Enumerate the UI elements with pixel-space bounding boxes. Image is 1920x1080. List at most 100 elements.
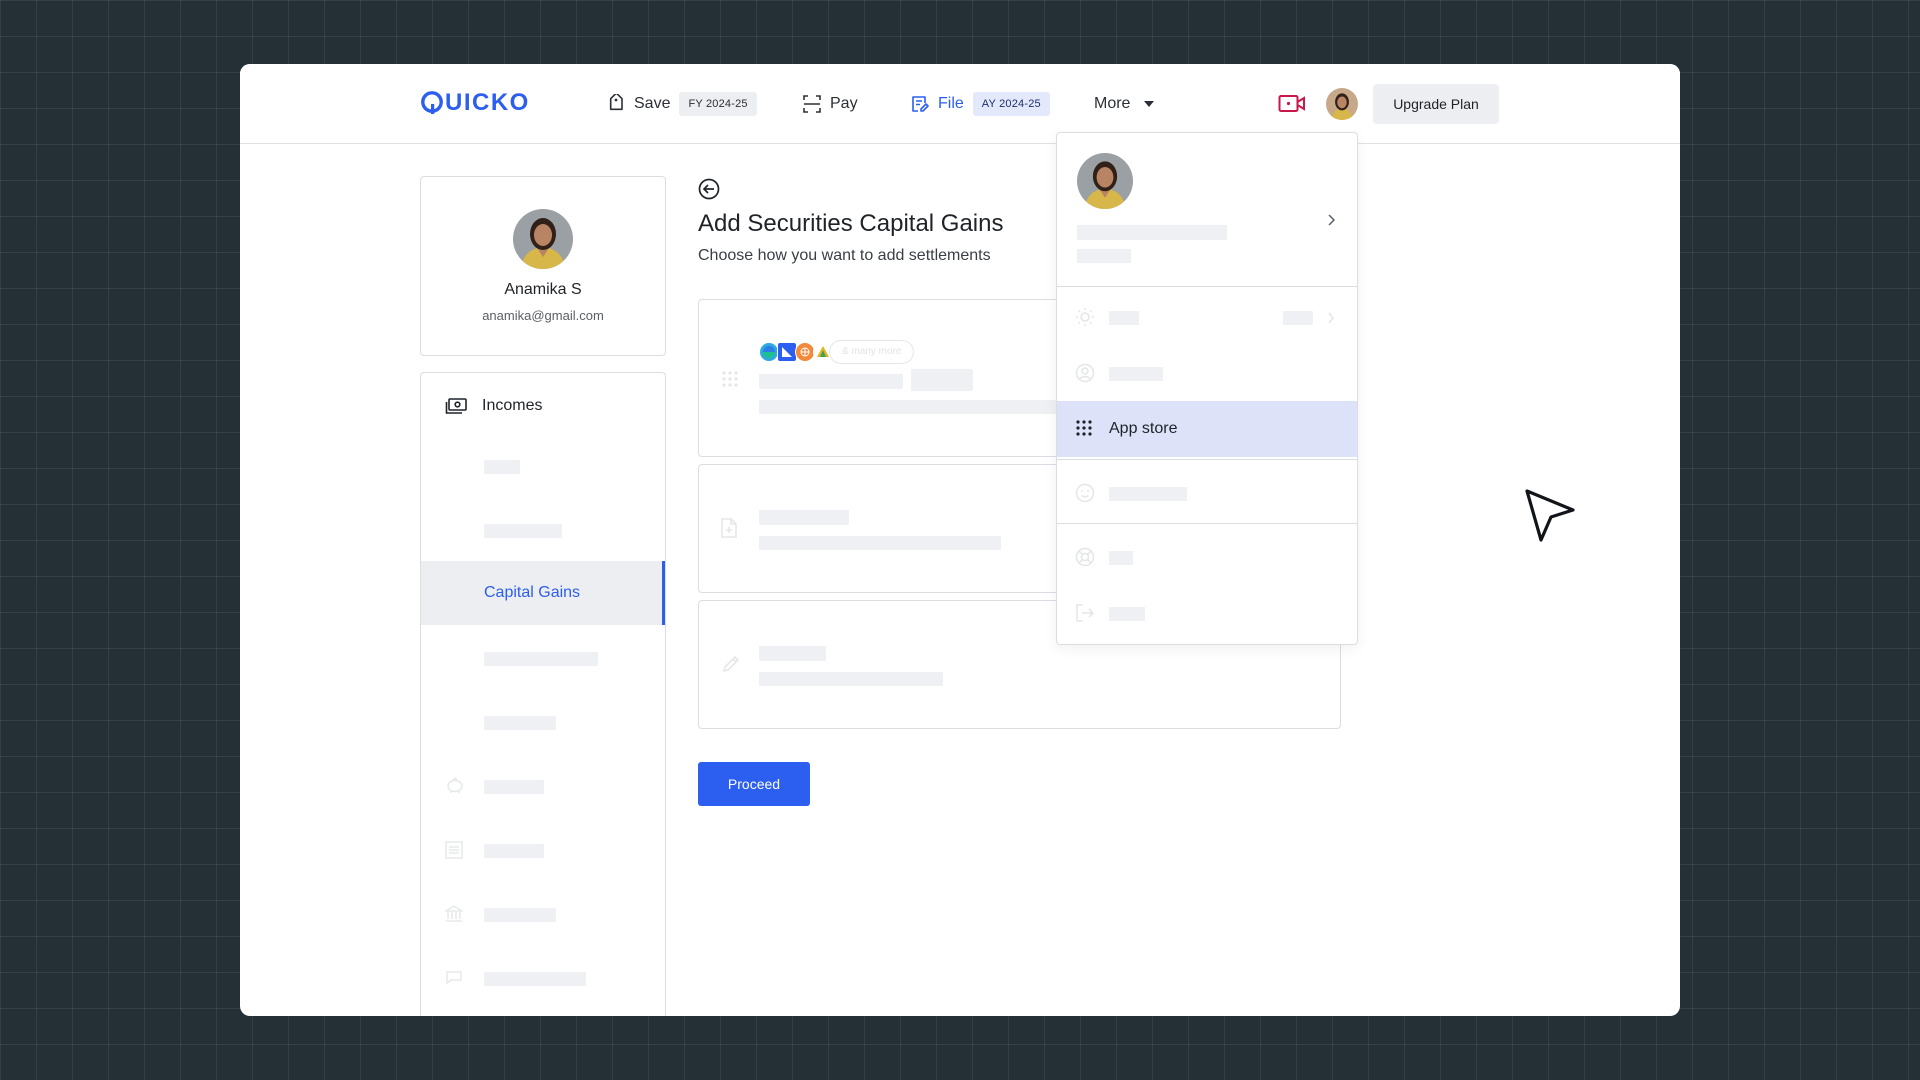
- placeholder-bar: [759, 374, 903, 389]
- logo-q-icon: [421, 91, 443, 114]
- upgrade-plan-button[interactable]: Upgrade Plan: [1373, 84, 1499, 124]
- placeholder-bar: [484, 780, 544, 794]
- sidebar-header-label: Incomes: [482, 397, 543, 414]
- page-title: Add Securities Capital Gains: [698, 210, 1004, 237]
- placeholder-bar: [1077, 249, 1131, 263]
- video-camera-icon[interactable]: [1278, 94, 1306, 114]
- sidebar-header-incomes[interactable]: Incomes: [445, 397, 542, 415]
- brand-logo[interactable]: UICKO: [420, 91, 530, 115]
- placeholder-bar: [484, 524, 562, 538]
- sidebar-item[interactable]: [421, 945, 665, 1009]
- dropdown-avatar-image: [1077, 153, 1133, 209]
- nav-pay-label: Pay: [830, 95, 858, 112]
- placeholder-bar: [759, 672, 943, 686]
- dropdown-item-app-store[interactable]: App store: [1057, 401, 1357, 457]
- brand-name: UICKO: [445, 89, 530, 116]
- placeholder-bar: [759, 510, 849, 525]
- logout-icon: [1076, 604, 1095, 622]
- profile-avatar-image: [513, 209, 573, 269]
- assessment-year-badge: AY 2024-25: [972, 92, 1050, 116]
- grid-dots-icon: [1076, 420, 1092, 436]
- placeholder-bar: [484, 652, 598, 666]
- placeholder-bar: [759, 400, 1059, 414]
- divider: [1057, 459, 1357, 460]
- many-more-pill: & many more: [829, 340, 915, 364]
- dropdown-avatar: [1077, 153, 1133, 209]
- nav-more[interactable]: More: [1094, 91, 1155, 117]
- placeholder-bar: [759, 646, 826, 661]
- nav-save-label: Save: [634, 95, 671, 112]
- list-icon: [445, 841, 463, 859]
- broker-logo-icon: [795, 342, 815, 362]
- placeholder-bar: [484, 972, 586, 986]
- broker-logo-icon: [759, 342, 779, 362]
- scan-icon: [803, 95, 821, 113]
- broker-logo-icon: [777, 342, 797, 362]
- user-avatar[interactable]: [1326, 88, 1358, 120]
- lifebuoy-icon: [1075, 547, 1095, 567]
- dropdown-item[interactable]: [1057, 289, 1357, 345]
- profile-card: Anamika S anamika@gmail.com: [420, 176, 666, 356]
- back-arrow-icon[interactable]: [698, 178, 720, 200]
- placeholder-bar: [1109, 487, 1187, 501]
- placeholder-bar: [484, 716, 556, 730]
- sidebar-item[interactable]: [421, 497, 665, 561]
- app-window: UICKO Save FY 2024-25 Pay File AY 2024-2…: [240, 64, 1680, 1016]
- profile-name: Anamika S: [504, 281, 582, 298]
- sidebar-item-capital-gains[interactable]: Capital Gains: [421, 561, 665, 625]
- fiscal-year-badge: FY 2024-25: [679, 92, 757, 116]
- piggy-bank-icon: [447, 777, 463, 793]
- sidebar-item[interactable]: [421, 817, 665, 881]
- sidebar-item[interactable]: [421, 881, 665, 945]
- nav-file[interactable]: File AY 2024-25: [910, 91, 1050, 117]
- mouse-cursor-icon: [1525, 489, 1575, 542]
- placeholder-bar: [1109, 367, 1163, 381]
- sidebar-item[interactable]: [421, 689, 665, 753]
- caret-down-icon: [1144, 101, 1155, 107]
- nav-file-label: File: [938, 95, 964, 112]
- placeholder-bar: [911, 369, 973, 391]
- page-subtitle: Choose how you want to add settlements: [698, 247, 991, 264]
- face-icon: [1075, 483, 1095, 503]
- apps-grid-icon: [722, 371, 738, 387]
- file-edit-icon: [912, 96, 929, 112]
- dropdown-item[interactable]: [1057, 585, 1357, 641]
- cash-icon: [445, 398, 467, 414]
- placeholder-bar: [484, 460, 520, 474]
- chevron-right-icon: [1328, 214, 1336, 226]
- dropdown-item[interactable]: [1057, 529, 1357, 585]
- profile-avatar: [513, 209, 573, 269]
- proceed-button[interactable]: Proceed: [698, 762, 810, 806]
- divider: [1057, 523, 1357, 524]
- chevron-right-icon: [1328, 312, 1334, 324]
- top-navigation: UICKO Save FY 2024-25 Pay File AY 2024-2…: [240, 64, 1680, 144]
- placeholder-bar: [1109, 311, 1139, 325]
- dropdown-item[interactable]: [1057, 465, 1357, 521]
- nav-pay[interactable]: Pay: [802, 91, 858, 117]
- profile-email: anamika@gmail.com: [482, 308, 604, 323]
- sidebar-item[interactable]: [421, 753, 665, 817]
- placeholder-bar: [759, 536, 1001, 550]
- sidebar-item-label: Capital Gains: [484, 584, 581, 601]
- nav-more-label: More: [1094, 95, 1131, 112]
- dropdown-item-label: App store: [1109, 420, 1178, 437]
- placeholder-bar: [484, 844, 544, 858]
- placeholder-bar: [1109, 607, 1145, 621]
- user-circle-icon: [1075, 363, 1095, 383]
- income-sidebar: Incomes Capital Gains: [420, 372, 666, 1016]
- more-dropdown-menu: App store: [1056, 132, 1358, 645]
- file-icon: [721, 518, 737, 538]
- placeholder-bar: [1077, 225, 1227, 240]
- sidebar-item[interactable]: [421, 625, 665, 689]
- dropdown-item[interactable]: [1057, 345, 1357, 401]
- sun-icon: [1076, 308, 1094, 326]
- placeholder-bar: [1109, 551, 1133, 565]
- placeholder-bar: [1283, 311, 1313, 325]
- pencil-icon: [722, 655, 740, 673]
- divider: [1057, 286, 1357, 287]
- nav-save[interactable]: Save FY 2024-25: [606, 91, 757, 117]
- bank-icon: [445, 905, 463, 922]
- broker-logos: & many more: [759, 340, 915, 364]
- sidebar-item[interactable]: [421, 433, 665, 497]
- tag-icon: [609, 94, 623, 111]
